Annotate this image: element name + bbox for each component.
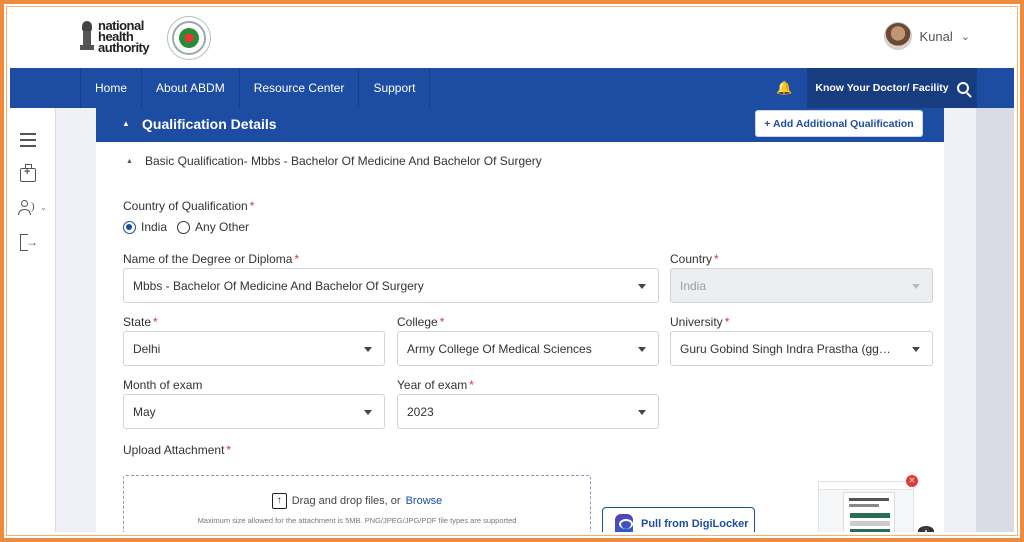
nav-home[interactable]: Home	[80, 68, 143, 108]
drag-drop-text: Drag and drop files, or	[291, 495, 401, 507]
browse-link[interactable]: Browse	[406, 495, 443, 507]
month-of-exam-label: Month of exam	[123, 378, 203, 392]
university-select[interactable]: Guru Gobind Singh Indra Prastha (ggsi...	[670, 331, 933, 366]
scroll-area	[960, 108, 976, 532]
basic-qualification-header[interactable]: ▲ Basic Qualification- Mbbs - Bachelor O…	[126, 154, 542, 168]
university-label: University *	[670, 315, 730, 329]
nav-support[interactable]: Support	[359, 68, 431, 108]
dropdown-arrow-icon	[638, 410, 646, 415]
top-header: national health authority Kunal ⌄	[10, 10, 1014, 68]
add-additional-qualification-button[interactable]: + Add Additional Qualification	[755, 110, 923, 137]
attachment-thumbnail[interactable]	[818, 481, 914, 532]
country-select: India	[670, 268, 933, 303]
main-nav: Home About ABDM Resource Center Support …	[10, 68, 1014, 108]
radio-button-selected[interactable]	[123, 220, 136, 234]
right-gutter	[976, 108, 1014, 532]
logout-icon[interactable]: →	[18, 233, 38, 253]
degree-select[interactable]: Mbbs - Bachelor Of Medicine And Bachelor…	[123, 268, 659, 303]
radio-india[interactable]: India	[123, 220, 167, 234]
country-of-qualification-radio-group: India Any Other	[123, 220, 249, 234]
section-title: Qualification Details	[142, 116, 277, 132]
left-sidebar: + ⌄ →	[10, 108, 56, 532]
upload-attachment-label: Upload Attachment *	[123, 443, 232, 457]
know-your-doctor-label: Know Your Doctor/ Facility	[815, 82, 949, 94]
upload-icon: ↑	[271, 493, 287, 509]
dropdown-arrow-icon	[912, 284, 920, 289]
notification-bell-icon[interactable]: 🔔	[776, 80, 792, 96]
degree-label: Name of the Degree or Diploma *	[123, 252, 300, 266]
view-attachment-eye-icon[interactable]	[918, 526, 934, 532]
qualification-card: ▲ Qualification Details + Add Additional…	[96, 108, 944, 532]
upload-hint: Maximum size allowed for the attachment …	[197, 516, 517, 525]
page: national health authority Kunal ⌄ Home Abo…	[10, 10, 1014, 532]
users-icon[interactable]	[18, 198, 38, 218]
year-of-exam-select[interactable]: 2023	[397, 394, 659, 429]
user-name: Kunal	[919, 28, 953, 44]
collapse-caret-icon: ▲	[126, 157, 133, 165]
college-select[interactable]: Army College Of Medical Sciences	[397, 331, 659, 366]
month-of-exam-select[interactable]: May	[123, 394, 385, 429]
medical-kit-icon[interactable]: +	[18, 163, 38, 183]
country-label: Country *	[670, 252, 719, 266]
radio-any-other[interactable]: Any Other	[177, 220, 249, 234]
national-emblem-icon	[80, 20, 94, 53]
search-icon	[956, 82, 969, 94]
state-select[interactable]: Delhi	[123, 331, 385, 366]
digilocker-icon	[615, 513, 633, 532]
avatar	[883, 22, 912, 50]
nha-logo[interactable]: national health authority	[80, 18, 150, 55]
abdm-emblem-icon	[179, 28, 199, 48]
menu-icon[interactable]	[18, 130, 38, 150]
nha-logo-text: national health authority	[98, 18, 150, 55]
nav-about-abdm[interactable]: About ABDM	[142, 68, 240, 108]
file-dropzone[interactable]: ↑ Drag and drop files, or Browse Maximum…	[123, 475, 591, 532]
year-of-exam-label: Year of exam *	[397, 378, 474, 392]
user-menu[interactable]: Kunal ⌄	[883, 22, 970, 50]
college-label: College *	[397, 315, 445, 329]
state-label: State *	[123, 315, 158, 329]
nav-resource-center[interactable]: Resource Center	[240, 68, 360, 108]
dropdown-arrow-icon	[638, 284, 646, 289]
users-chevron-down-icon[interactable]: ⌄	[40, 203, 47, 212]
remove-attachment-icon[interactable]: ✕	[906, 475, 918, 487]
abdm-logo[interactable]	[167, 16, 211, 60]
dropdown-arrow-icon	[364, 347, 372, 352]
dropdown-arrow-icon	[638, 347, 646, 352]
subsection-title: Basic Qualification- Mbbs - Bachelor Of …	[144, 154, 542, 168]
qualification-section-header[interactable]: ▲ Qualification Details + Add Additional…	[96, 108, 944, 142]
dropdown-arrow-icon	[364, 410, 372, 415]
dropdown-arrow-icon	[912, 347, 920, 352]
chevron-down-icon: ⌄	[960, 30, 970, 43]
radio-button[interactable]	[177, 220, 191, 234]
collapse-caret-icon[interactable]: ▲	[122, 119, 130, 128]
country-of-qualification-label: Country of Qualification *	[123, 199, 255, 213]
know-your-doctor-search-button[interactable]: Know Your Doctor/ Facility	[807, 68, 977, 108]
pull-from-digilocker-button[interactable]: Pull from DigiLocker	[602, 507, 755, 532]
